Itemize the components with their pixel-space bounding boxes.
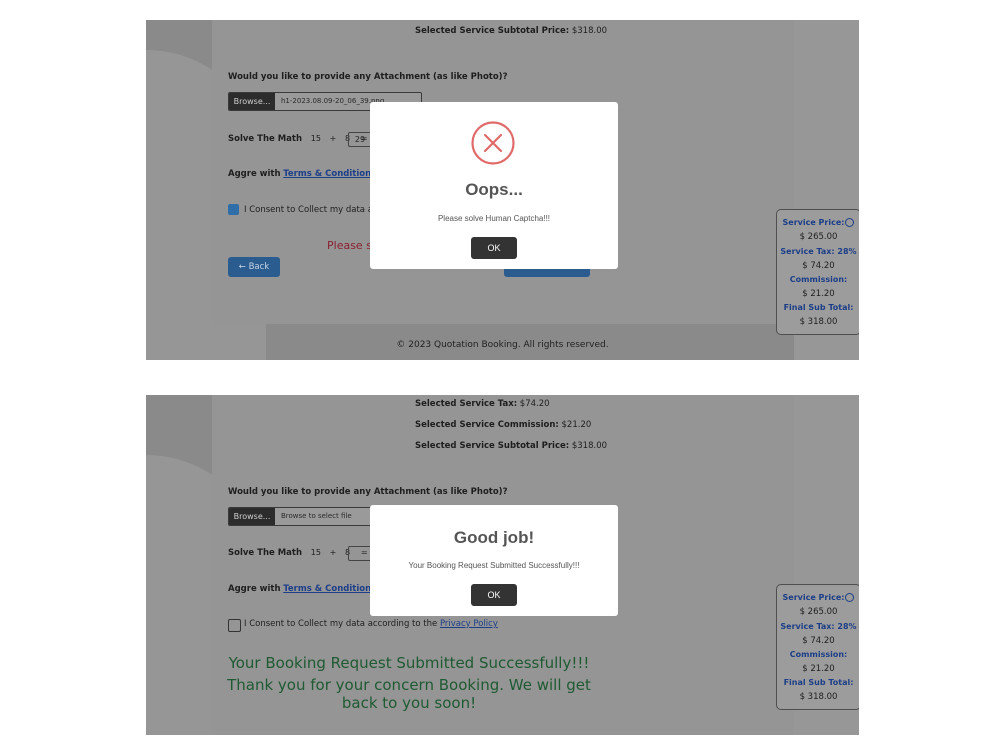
- file-placeholder: Browse to select file: [281, 512, 352, 520]
- subtotal-label: Selected Service Subtotal Price:: [415, 26, 570, 36]
- commission-row: Selected Service Commission: $21.20: [415, 420, 591, 430]
- price-summary-panel: Service Price: $ 265.00 Service Tax: 28%…: [776, 209, 859, 335]
- commission-value: $ 21.20: [802, 664, 835, 674]
- file-name: h1-2023.08.09-20_06_39.png: [281, 97, 385, 105]
- info-icon: [845, 593, 855, 602]
- service-tax-label: Service Tax: 28%: [780, 247, 857, 256]
- service-tax-label: Service Tax: 28%: [780, 622, 857, 631]
- service-tax-value: $ 74.20: [802, 636, 835, 646]
- service-tax-value: $ 74.20: [802, 261, 835, 271]
- info-icon: [845, 218, 855, 227]
- commission-label: Commission:: [789, 275, 848, 284]
- service-price-label: Service Price:: [777, 593, 859, 602]
- browse-button[interactable]: Browse...: [229, 508, 275, 525]
- subtotal-row: Selected Service Subtotal Price: $318.00: [415, 26, 607, 36]
- math-captcha-row: Solve The Math 15 + 8 =: [228, 548, 368, 558]
- final-subtotal-value: $ 318.00: [799, 317, 838, 327]
- subtotal-value: $318.00: [571, 441, 608, 451]
- dialog-title: Oops...: [465, 180, 523, 199]
- success-message-line-3: back to you soon!: [341, 694, 477, 712]
- tax-row: Selected Service Tax: $74.20: [415, 399, 550, 409]
- captcha-error-text: Please s: [327, 239, 372, 252]
- terms-link[interactable]: Terms & Conditions: [283, 169, 376, 179]
- math-operand-a: 15: [310, 134, 321, 143]
- tax-value: $74.20: [519, 399, 550, 409]
- terms-link[interactable]: Terms & Conditions: [283, 584, 376, 594]
- math-captcha-row: Solve The Math 15 + 8 =: [228, 134, 368, 144]
- back-button[interactable]: ← Back: [228, 257, 280, 277]
- math-plus: +: [329, 548, 337, 557]
- math-answer-input[interactable]: 29: [348, 132, 372, 147]
- subtotal-label: Selected Service Subtotal Price:: [415, 441, 570, 451]
- error-dialog: Oops... Please solve Human Captcha!!! OK: [370, 102, 618, 269]
- subtotal-value: $318.00: [571, 26, 608, 36]
- price-summary-panel: Service Price: $ 265.00 Service Tax: 28%…: [776, 584, 859, 710]
- browse-button[interactable]: Browse...: [229, 93, 275, 110]
- ok-button[interactable]: OK: [471, 584, 517, 606]
- consent-checkbox[interactable]: [228, 619, 241, 632]
- error-x-icon: [471, 121, 515, 165]
- terms-row: Aggre with Terms & Conditions: [228, 169, 388, 179]
- final-subtotal-value: $ 318.00: [799, 692, 838, 702]
- privacy-policy-link[interactable]: Privacy Policy: [440, 619, 498, 629]
- commission-label: Commission:: [789, 650, 848, 659]
- commission-value: $21.20: [561, 420, 592, 430]
- math-label: Solve The Math: [228, 134, 303, 144]
- service-price-label: Service Price:: [777, 218, 859, 227]
- dialog-message: Your Booking Request Submitted Successfu…: [408, 561, 580, 570]
- final-subtotal-label: Final Sub Total:: [783, 303, 854, 312]
- attachment-question: Would you like to provide any Attachment…: [228, 72, 508, 82]
- math-operand-a: 15: [310, 548, 321, 557]
- success-dialog: Good job! Your Booking Request Submitted…: [370, 505, 618, 616]
- attachment-question: Would you like to provide any Attachment…: [228, 487, 508, 497]
- agree-label: Aggre with: [228, 169, 281, 179]
- ok-button[interactable]: OK: [471, 237, 517, 259]
- final-subtotal-label: Final Sub Total:: [783, 678, 854, 687]
- commission-value: $ 21.20: [802, 289, 835, 299]
- service-price-value: $ 265.00: [799, 607, 838, 617]
- screenshot-error-state: Selected Service Subtotal Price: $318.00…: [146, 20, 859, 360]
- tax-label: Selected Service Tax:: [415, 399, 518, 409]
- service-price-value: $ 265.00: [799, 232, 838, 242]
- screenshot-success-state: Selected Service Tax: $74.20 Selected Se…: [146, 395, 859, 735]
- consent-text: I Consent to Collect my data a: [244, 205, 373, 215]
- footer-copyright: © 2023 Quotation Booking. All rights res…: [396, 340, 609, 350]
- consent-checkbox[interactable]: [228, 204, 239, 215]
- success-message-line-2: Thank you for your concern Booking. We w…: [227, 676, 591, 694]
- success-message-line-1: Your Booking Request Submitted Successfu…: [228, 654, 590, 672]
- math-plus: +: [329, 134, 337, 143]
- commission-label: Selected Service Commission:: [415, 420, 559, 430]
- dialog-title: Good job!: [453, 528, 535, 547]
- agree-label: Aggre with: [228, 584, 281, 594]
- terms-row: Aggre with Terms & Conditions: [228, 584, 388, 594]
- math-answer-input[interactable]: [348, 546, 372, 561]
- subtotal-row: Selected Service Subtotal Price: $318.00: [415, 441, 607, 451]
- dialog-message: Please solve Human Captcha!!!: [437, 214, 551, 223]
- consent-row: I Consent to Collect my data according t…: [244, 619, 498, 629]
- consent-text: I Consent to Collect my data according t…: [244, 619, 438, 629]
- math-label: Solve The Math: [228, 548, 303, 558]
